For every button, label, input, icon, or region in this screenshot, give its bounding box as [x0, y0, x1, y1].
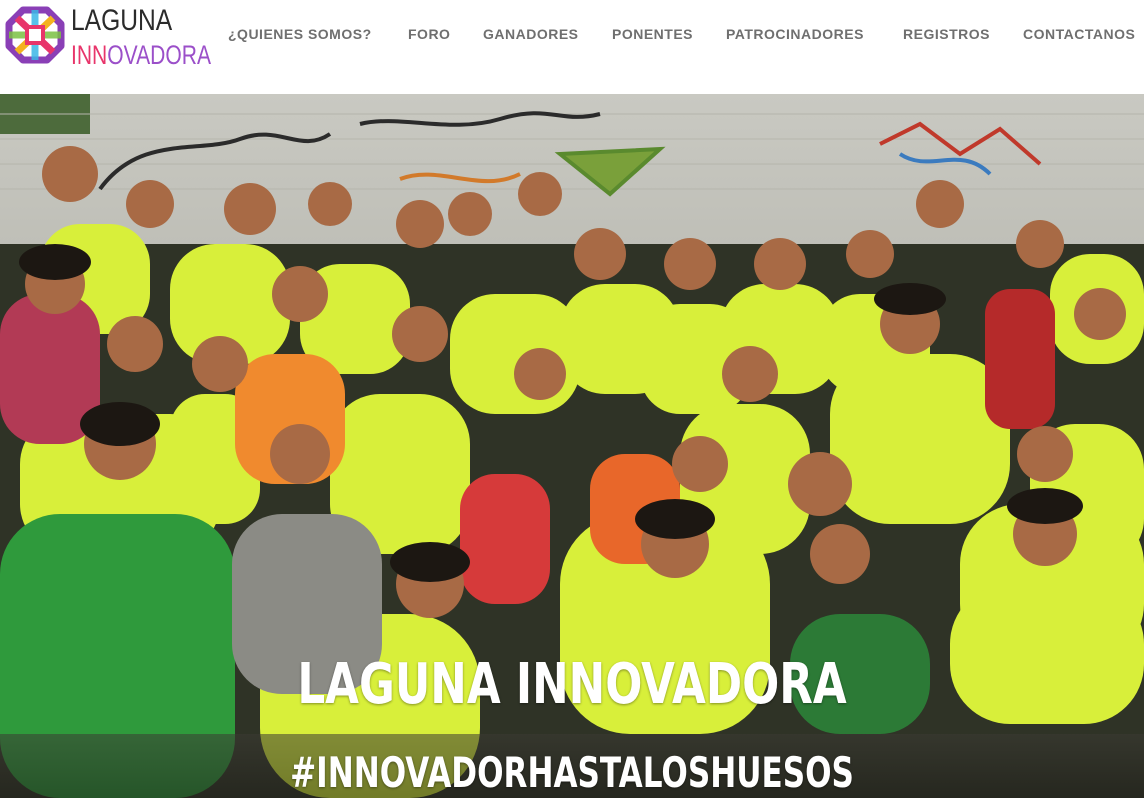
site-header: LAGUNA INNOVADORA ¿QUIENES SOMOS? FORO G… [0, 0, 1144, 94]
logo-inn: INN [71, 40, 108, 70]
nav-item-patrocinadores[interactable]: PATROCINADORES [726, 24, 864, 44]
main-nav: ¿QUIENES SOMOS? FORO GANADORES PONENTES … [0, 24, 1144, 44]
nav-item-ganadores[interactable]: GANADORES [483, 24, 579, 44]
hero-title: LAGUNA INNOVADORA [297, 652, 847, 717]
nav-item-ponentes[interactable]: PONENTES [612, 24, 693, 44]
logo-ovadora: OVADORA [107, 40, 212, 70]
logo-wordmark-bottom: INNOVADORA [71, 40, 211, 70]
nav-item-contactanos[interactable]: CONTACTANOS [1023, 24, 1135, 44]
hero-banner: LAGUNA INNOVADORA #INNOVADORHASTALOSHUES… [0, 94, 1144, 798]
nav-item-foro[interactable]: FORO [408, 24, 450, 44]
hero-hashtag-link[interactable]: #INNOVADORHASTALOSHUESOS [149, 748, 996, 798]
nav-item-registros[interactable]: REGISTROS [903, 24, 990, 44]
nav-item-quienes-somos[interactable]: ¿QUIENES SOMOS? [228, 24, 372, 44]
